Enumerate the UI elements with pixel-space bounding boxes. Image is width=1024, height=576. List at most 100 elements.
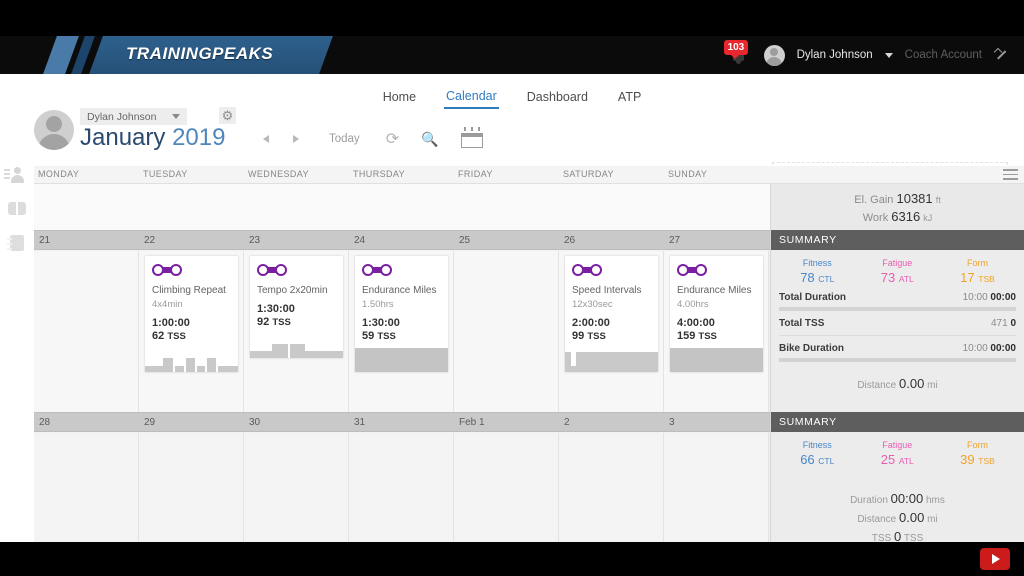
metric-fitness: Fitness 66 CTL [800, 440, 834, 467]
date-cell[interactable]: 22 [144, 235, 155, 246]
date-cell[interactable]: 21 [39, 235, 50, 246]
workout-subtitle: 12x30sec [572, 299, 613, 310]
total-tss-actual: 0 [1010, 318, 1016, 329]
week-summary-panel: SUMMARY Fitness 66 CTL Fatigue 25 ATL Fo… [770, 412, 1024, 544]
day-cell[interactable] [34, 433, 139, 542]
date-cell[interactable]: 24 [354, 235, 365, 246]
video-letterbox-bottom [0, 542, 1024, 576]
fitness-unit: CTL [818, 456, 835, 466]
next-month-button[interactable] [285, 128, 307, 150]
athlete-selector[interactable]: Dylan Johnson [80, 108, 188, 125]
day-cell[interactable] [139, 433, 244, 542]
tab-atp[interactable]: ATP [616, 87, 643, 107]
day-cell[interactable]: Climbing Repeat 4x4min 1:00:00 62 TSS [139, 251, 244, 412]
workout-card[interactable]: Climbing Repeat 4x4min 1:00:00 62 TSS [145, 256, 238, 372]
metric-form: Form 39 TSB [960, 440, 995, 467]
youtube-icon[interactable] [980, 548, 1010, 570]
date-cell[interactable]: 25 [459, 235, 470, 246]
workout-card[interactable]: Endurance Miles 4.00hrs 4:00:00 159 TSS [670, 256, 763, 372]
today-button[interactable]: Today [329, 133, 360, 145]
calendar-body: El. Gain 10381 ft Work 6316 kJ 21 22 23 … [34, 184, 1024, 544]
menu-icon[interactable] [1003, 169, 1018, 180]
total-duration-values: 10:00 00:00 [963, 292, 1016, 303]
previous-week-summary: El. Gain 10381 ft Work 6316 kJ [770, 184, 1024, 230]
top-bar-right: 103 Dylan Johnson Coach Account [723, 36, 1010, 74]
date-cell[interactable]: 26 [564, 235, 575, 246]
total-tss-row: Total TSS 471 0 [771, 315, 1024, 331]
workout-tss-unit: TSS [272, 317, 291, 328]
distance-label: Distance [857, 514, 897, 525]
chevron-down-icon[interactable] [884, 52, 893, 58]
elevation-gain-label: El. Gain [854, 193, 894, 206]
form-value-group: 39 TSB [960, 452, 995, 467]
total-tss-label: Total TSS [779, 318, 825, 329]
day-cell[interactable] [349, 433, 454, 542]
workout-subtitle: 1.50hrs [362, 299, 394, 310]
search-icon[interactable]: 🔍 [421, 131, 438, 148]
athletes-icon[interactable] [4, 166, 26, 184]
trainingpeaks-logo[interactable]: TRAININGPEAKS [40, 36, 335, 74]
notifications-button[interactable]: 103 [723, 40, 752, 68]
app-body: Home Calendar Dashboard ATP Dylan Johnso… [0, 74, 1024, 544]
date-cell[interactable]: 31 [354, 417, 365, 428]
day-cell[interactable] [454, 433, 559, 542]
duration-unit: hms [926, 495, 945, 506]
date-cell[interactable]: 30 [249, 417, 260, 428]
workout-tss-value: 159 [677, 330, 696, 342]
date-cell[interactable]: 29 [144, 417, 155, 428]
day-cell[interactable] [664, 433, 769, 542]
user-name[interactable]: Dylan Johnson [797, 49, 873, 61]
workout-graph [250, 334, 343, 358]
elevation-gain-stat: El. Gain 10381 ft [854, 191, 940, 206]
summary-header: SUMMARY [771, 412, 1024, 432]
workout-tss-unit: TSS [167, 331, 186, 342]
work-unit: kJ [923, 212, 933, 223]
workout-tss: 99 TSS [572, 330, 651, 342]
prev-month-button[interactable] [255, 128, 277, 150]
calendar-view-icon[interactable] [460, 127, 483, 148]
date-cell[interactable]: 2 [564, 417, 570, 428]
workout-card[interactable]: Endurance Miles 1.50hrs 1:30:00 59 TSS [355, 256, 448, 372]
bike-icon [572, 264, 602, 276]
date-cell[interactable]: 27 [669, 235, 680, 246]
gear-icon[interactable]: ⚙ [219, 107, 236, 124]
notebook-icon[interactable] [7, 234, 26, 252]
elevation-gain-value: 10381 [896, 190, 933, 206]
date-cell[interactable]: 28 [39, 417, 50, 428]
date-cell[interactable]: Feb 1 [459, 417, 485, 428]
fatigue-label: Fatigue [882, 440, 913, 450]
distance-label: Distance [857, 380, 897, 391]
avatar[interactable] [763, 44, 785, 66]
calendar-year: 2019 [172, 124, 226, 151]
metric-fatigue: Fatigue 73 ATL [881, 258, 914, 285]
workout-card[interactable]: Speed Intervals 12x30sec 2:00:00 99 TSS [565, 256, 658, 372]
workout-card[interactable]: Tempo 2x20min 1:30:00 92 TSS [250, 256, 343, 358]
tab-dashboard[interactable]: Dashboard [525, 87, 590, 107]
bike-duration-values: 10:00 00:00 [963, 343, 1016, 354]
day-cell[interactable]: Endurance Miles 1.50hrs 1:30:00 59 TSS [349, 251, 454, 412]
workout-tss: 59 TSS [362, 330, 441, 342]
workout-tss-value: 99 [572, 330, 585, 342]
fitness-value-group: 66 CTL [800, 452, 834, 467]
expand-icon[interactable] [994, 47, 1010, 63]
distance-unit: mi [927, 514, 938, 525]
form-label: Form [966, 440, 988, 450]
day-cell[interactable] [34, 251, 139, 412]
library-icon[interactable] [8, 200, 26, 218]
bike-icon [257, 264, 287, 276]
fitness-label: Fitness [802, 440, 832, 450]
date-cell[interactable]: 23 [249, 235, 260, 246]
coach-account-link[interactable]: Coach Account [905, 49, 982, 61]
athlete-avatar[interactable] [34, 110, 74, 150]
workout-duration: 2:00:00 [572, 317, 610, 329]
day-cell[interactable] [559, 433, 664, 542]
date-cell[interactable]: 3 [669, 417, 675, 428]
day-cell[interactable]: Endurance Miles 4.00hrs 4:00:00 159 TSS [664, 251, 769, 412]
refresh-icon[interactable]: ⟳ [386, 129, 399, 149]
day-cell[interactable]: Tempo 2x20min 1:30:00 92 TSS [244, 251, 349, 412]
total-duration-row: Total Duration 10:00 00:00 [771, 289, 1024, 305]
day-cell[interactable] [454, 251, 559, 412]
day-cell[interactable]: Speed Intervals 12x30sec 2:00:00 99 TSS [559, 251, 664, 412]
form-value: 39 [960, 452, 975, 467]
day-cell[interactable] [244, 433, 349, 542]
